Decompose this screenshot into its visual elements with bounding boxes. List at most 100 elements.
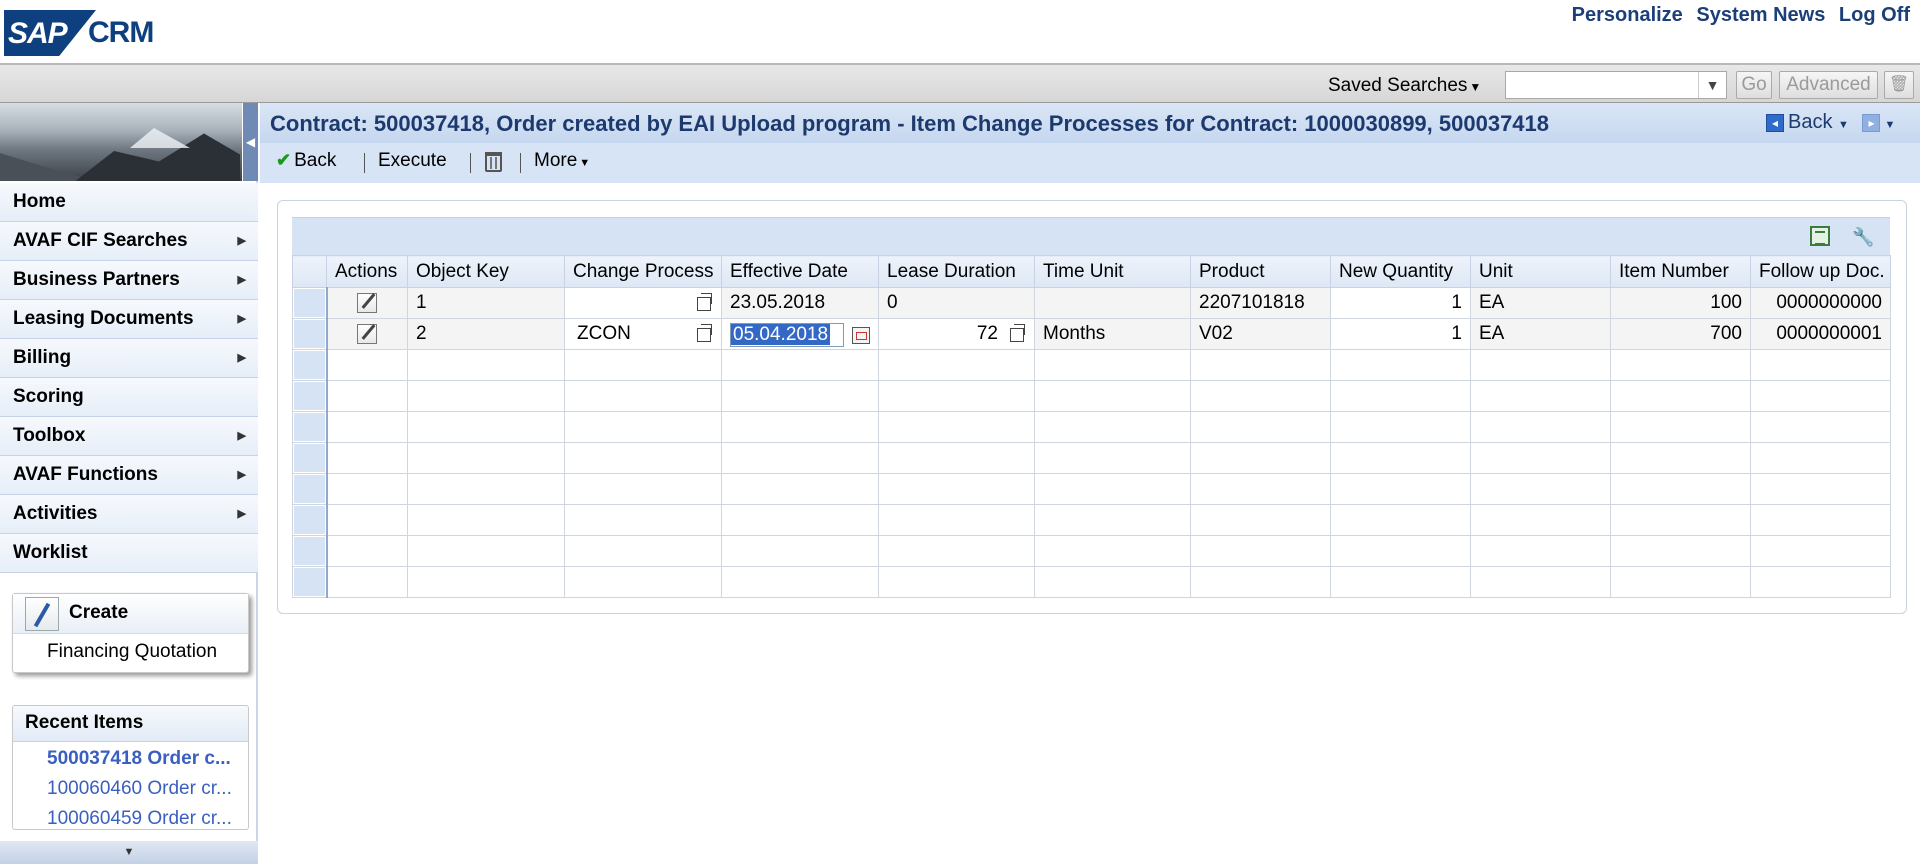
sidebar-scroll-down-icon[interactable]: ▼ bbox=[0, 841, 258, 864]
lease-duration-field[interactable]: 72 bbox=[878, 318, 1035, 350]
more-button[interactable]: More ▼ bbox=[534, 150, 590, 172]
row-selector[interactable] bbox=[292, 566, 328, 598]
column-header[interactable]: Object Key bbox=[407, 255, 565, 288]
table-header-row: Actions Object Key Change Process Effect… bbox=[292, 255, 1891, 288]
calendar-icon[interactable] bbox=[852, 327, 870, 344]
edit-icon[interactable] bbox=[357, 323, 378, 344]
chevron-down-icon: ▼ bbox=[1469, 80, 1482, 94]
row-selector[interactable] bbox=[292, 318, 328, 350]
system-news-link[interactable]: System News bbox=[1696, 4, 1825, 26]
empty-cell bbox=[1750, 473, 1891, 505]
empty-cell bbox=[564, 566, 722, 598]
collapse-sidebar-icon[interactable]: ◀ bbox=[243, 103, 258, 181]
recent-items-title: Recent Items bbox=[13, 706, 248, 742]
row-selector[interactable] bbox=[292, 349, 328, 381]
row-selector[interactable] bbox=[292, 535, 328, 567]
go-button[interactable]: Go bbox=[1736, 71, 1772, 99]
nav-item-scoring[interactable]: Scoring bbox=[0, 378, 258, 417]
nav-item-avaf-functions[interactable]: AVAF Functions ▶ bbox=[0, 456, 258, 495]
empty-cell bbox=[1470, 349, 1611, 381]
trash-icon[interactable]: 🗑 bbox=[1884, 71, 1914, 99]
row-selector[interactable] bbox=[292, 504, 328, 536]
row-selector[interactable] bbox=[292, 287, 328, 319]
execute-button[interactable]: Execute bbox=[378, 150, 447, 172]
recent-item-link[interactable]: 100060460 Order cr... bbox=[47, 778, 247, 800]
empty-cell bbox=[1470, 473, 1611, 505]
column-header[interactable]: New Quantity bbox=[1330, 255, 1471, 288]
nav-item-toolbox[interactable]: Toolbox ▶ bbox=[0, 417, 258, 456]
nav-item-home[interactable]: Home bbox=[0, 183, 258, 222]
value-help-icon[interactable] bbox=[697, 324, 712, 342]
column-header[interactable]: Unit bbox=[1470, 255, 1611, 288]
effective-date-input[interactable]: 05.04.2018 bbox=[730, 323, 844, 347]
empty-cell bbox=[1330, 504, 1471, 536]
row-selector[interactable] bbox=[292, 411, 328, 443]
empty-table-row bbox=[292, 504, 1891, 536]
chevron-right-icon: ▶ bbox=[237, 352, 246, 364]
product-cell: V02 bbox=[1190, 318, 1331, 350]
column-header[interactable]: Actions bbox=[326, 255, 408, 288]
column-header[interactable]: Effective Date bbox=[721, 255, 879, 288]
empty-cell bbox=[878, 411, 1035, 443]
empty-cell bbox=[1470, 380, 1611, 412]
log-off-link[interactable]: Log Off bbox=[1839, 4, 1910, 26]
empty-cell bbox=[564, 380, 722, 412]
edit-icon[interactable] bbox=[357, 292, 378, 313]
empty-cell bbox=[1190, 349, 1331, 381]
delete-trash-icon[interactable] bbox=[485, 152, 502, 172]
back-button[interactable]: ✔ Back bbox=[276, 150, 336, 172]
saved-search-select[interactable] bbox=[1505, 71, 1727, 99]
row-selector[interactable] bbox=[292, 473, 328, 505]
effective-date-field[interactable]: 05.04.2018 bbox=[721, 318, 879, 350]
empty-cell bbox=[1610, 442, 1751, 474]
empty-cell bbox=[721, 504, 879, 536]
nav-item-leasing-documents[interactable]: Leasing Documents ▶ bbox=[0, 300, 258, 339]
chevron-down-icon[interactable]: ▼ bbox=[1838, 119, 1849, 131]
nav-item-worklist[interactable]: Worklist bbox=[0, 534, 258, 573]
chevron-down-icon[interactable]: ▼ bbox=[1884, 119, 1895, 131]
personalize-link[interactable]: Personalize bbox=[1572, 4, 1683, 26]
time-unit-cell: Months bbox=[1034, 318, 1191, 350]
column-header[interactable]: Lease Duration bbox=[878, 255, 1035, 288]
empty-cell bbox=[721, 380, 879, 412]
export-to-spreadsheet-icon[interactable] bbox=[1810, 226, 1830, 246]
saved-searches-dropdown[interactable]: Saved Searches ▼ bbox=[1328, 75, 1481, 97]
recent-item-link[interactable]: 500037418 Order c... bbox=[47, 748, 247, 770]
empty-cell bbox=[1034, 349, 1191, 381]
chevron-right-icon: ▶ bbox=[237, 508, 246, 520]
new-quantity-field[interactable]: 1 bbox=[1330, 318, 1471, 350]
empty-cell bbox=[1330, 442, 1471, 474]
nav-item-business-partners[interactable]: Business Partners ▶ bbox=[0, 261, 258, 300]
table-row: 1 23.05.2018 0 2207101818 1 EA 100 00000… bbox=[292, 287, 1891, 319]
select-all-column[interactable] bbox=[292, 255, 327, 288]
change-process-field[interactable]: ZCON bbox=[564, 318, 722, 350]
change-process-field[interactable] bbox=[564, 287, 722, 319]
nav-item-activities[interactable]: Activities ▶ bbox=[0, 495, 258, 534]
new-quantity-field[interactable]: 1 bbox=[1330, 287, 1471, 319]
page-title-bar: Contract: 500037418, Order created by EA… bbox=[260, 103, 1920, 143]
column-header[interactable]: Follow up Doc. bbox=[1750, 255, 1891, 288]
nav-item-avaf-cif-searches[interactable]: AVAF CIF Searches ▶ bbox=[0, 222, 258, 261]
recent-item-link[interactable]: 100060459 Order cr... bbox=[47, 808, 247, 829]
history-back-button[interactable]: ◂ Back ▼ ▸ ▼ bbox=[1766, 111, 1895, 134]
create-title: Create bbox=[69, 602, 129, 623]
empty-cell bbox=[1034, 411, 1191, 443]
forward-arrow-icon[interactable]: ▸ bbox=[1862, 114, 1881, 132]
column-header[interactable]: Item Number bbox=[1610, 255, 1751, 288]
empty-table-row bbox=[292, 349, 1891, 381]
value-help-icon[interactable] bbox=[1010, 324, 1025, 342]
column-header[interactable]: Time Unit bbox=[1034, 255, 1191, 288]
create-financing-quotation-link[interactable]: Financing Quotation bbox=[47, 641, 217, 663]
row-selector[interactable] bbox=[292, 380, 328, 412]
advanced-button[interactable]: Advanced bbox=[1779, 71, 1878, 99]
value-help-icon[interactable] bbox=[697, 293, 712, 311]
row-selector[interactable] bbox=[292, 442, 328, 474]
header-links: Personalize System News Log Off bbox=[1564, 4, 1910, 27]
column-header[interactable]: Product bbox=[1190, 255, 1331, 288]
empty-table-row bbox=[292, 473, 1891, 505]
table-settings-wrench-icon[interactable]: 🔧 bbox=[1852, 226, 1874, 248]
column-header[interactable]: Change Process bbox=[564, 255, 722, 288]
empty-cell bbox=[1190, 380, 1331, 412]
dropdown-arrow-icon[interactable]: ▼ bbox=[1698, 72, 1726, 98]
nav-item-billing[interactable]: Billing ▶ bbox=[0, 339, 258, 378]
